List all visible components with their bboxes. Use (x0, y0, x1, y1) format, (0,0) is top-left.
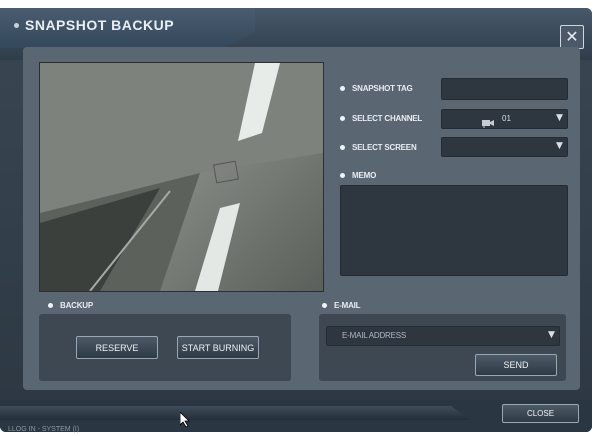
dropdown-arrow-icon[interactable]: ▼ (548, 331, 555, 340)
backup-bullet-icon (48, 303, 53, 308)
bottom-strip (0, 406, 470, 420)
select-channel-dropdown[interactable]: 01 ▼ (441, 109, 568, 129)
dialog-title: SNAPSHOT BACKUP (25, 17, 175, 33)
email-address-label: E-MAIL ADDRESS (342, 331, 407, 340)
title-bullet-icon (14, 23, 19, 28)
status-text: LLOG IN - SYSTEM (I) (8, 426, 80, 433)
email-address-field[interactable]: E-MAIL ADDRESS ▼ (326, 326, 560, 346)
select-channel-value: 01 (502, 114, 511, 123)
close-x-button[interactable]: ✕ (560, 25, 584, 49)
start-burning-button[interactable]: START BURNING (177, 336, 259, 359)
camera-flag-icon (482, 113, 495, 128)
snapshot-tag-label: SNAPSHOT TAG (352, 84, 413, 93)
snapshot-tag-bullet-icon (340, 86, 345, 91)
send-button[interactable]: SEND (475, 354, 557, 376)
memo-label: MEMO (352, 171, 377, 180)
close-button[interactable]: CLOSE (502, 404, 579, 423)
dropdown-arrow-icon[interactable]: ▼ (556, 114, 563, 123)
select-screen-bullet-icon (340, 145, 345, 150)
snapshot-tag-input[interactable] (441, 78, 568, 100)
email-label: E-MAIL (334, 301, 361, 310)
backup-label: BACKUP (60, 301, 94, 310)
memo-textarea[interactable] (340, 185, 568, 276)
ceiling-camera-scene (40, 63, 323, 291)
memo-bullet-icon (340, 173, 345, 178)
mouse-cursor-icon (180, 412, 190, 428)
select-screen-dropdown[interactable]: ▼ (441, 137, 568, 157)
select-channel-bullet-icon (340, 116, 345, 121)
select-channel-label: SELECT CHANNEL (352, 114, 423, 123)
email-bullet-icon (322, 303, 327, 308)
reserve-button[interactable]: RESERVE (76, 336, 158, 359)
select-screen-label: SELECT SCREEN (352, 143, 417, 152)
dropdown-arrow-icon[interactable]: ▼ (556, 142, 563, 151)
snapshot-preview-image (39, 62, 324, 292)
